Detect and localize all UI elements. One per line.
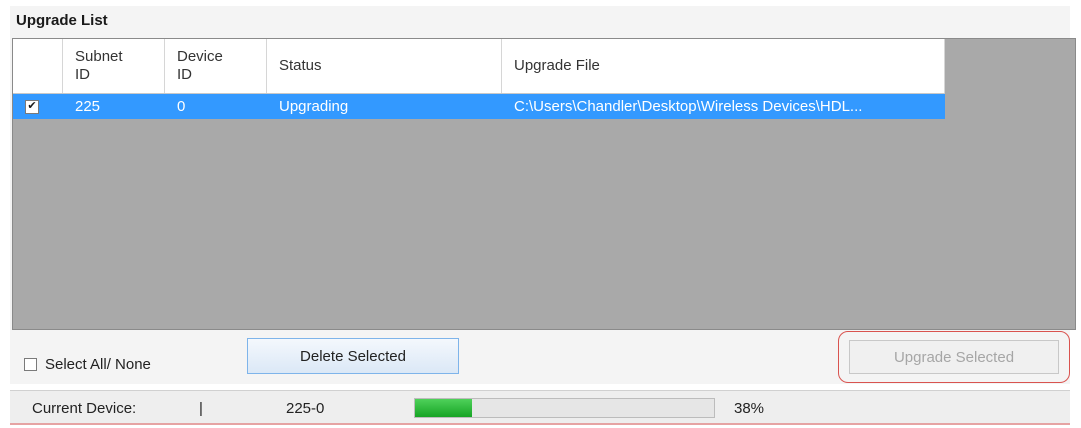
upgrade-selected-button[interactable]: Upgrade Selected [849, 340, 1059, 374]
header-subnet-id[interactable]: Subnet ID [63, 39, 165, 93]
grid-header: Subnet ID Device ID Status Upgrade File [13, 39, 945, 94]
row-status: Upgrading [279, 98, 349, 115]
progress-fill [415, 399, 472, 417]
delete-selected-button[interactable]: Delete Selected [247, 338, 459, 374]
current-device-label: Current Device: [32, 400, 137, 417]
row-device-id: 0 [177, 98, 186, 115]
upgrade-progress-bar [414, 398, 715, 418]
checkbox-icon[interactable] [24, 358, 37, 371]
upgrade-highlight-outline: Upgrade Selected [838, 331, 1070, 383]
header-device-id-label: Device ID [177, 48, 223, 83]
select-all-label: Select All/ None [45, 356, 151, 373]
header-upgrade-file[interactable]: Upgrade File [502, 39, 945, 93]
current-device-value: 225-0 [286, 400, 325, 417]
row-checkbox[interactable]: ✔ [25, 99, 39, 114]
header-subnet-id-label: Subnet ID [75, 48, 123, 83]
status-bar-underline [10, 423, 1070, 425]
header-device-id[interactable]: Device ID [165, 39, 267, 93]
select-all-checkbox[interactable]: Select All/ None [24, 356, 151, 373]
status-divider: | [199, 400, 203, 417]
panel-title: Upgrade List [16, 12, 108, 29]
upgrade-grid[interactable]: Subnet ID Device ID Status Upgrade File … [12, 38, 1076, 330]
header-status-label: Status [279, 57, 322, 74]
row-subnet-id: 225 [75, 98, 101, 115]
header-check-column[interactable] [13, 39, 63, 93]
header-status[interactable]: Status [267, 39, 502, 93]
table-row[interactable]: ✔ 225 0 Upgrading C:\Users\Chandler\Desk… [13, 94, 945, 119]
row-check-cell[interactable]: ✔ [13, 94, 63, 119]
status-bar: Current Device: | 225-0 38% [10, 390, 1070, 425]
row-upgrade-file: C:\Users\Chandler\Desktop\Wireless Devic… [514, 98, 863, 115]
progress-percent: 38% [734, 400, 765, 417]
header-upgrade-file-label: Upgrade File [514, 57, 600, 74]
checkmark-icon: ✔ [27, 100, 37, 112]
